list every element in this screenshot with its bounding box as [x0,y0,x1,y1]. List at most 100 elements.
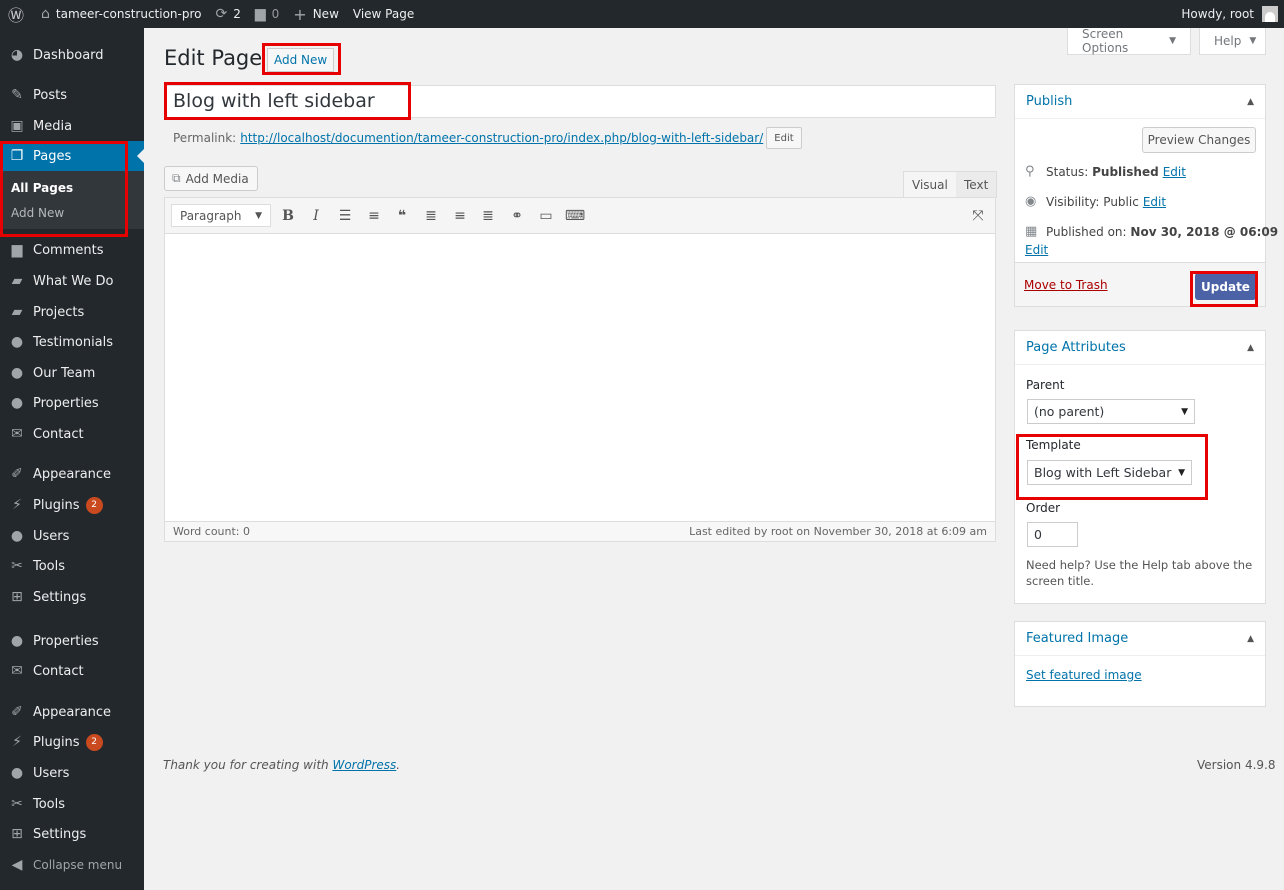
plugin-icon: ⚡ [12,497,22,513]
add-new-highlight [262,43,341,75]
order-label: Order [1026,501,1061,515]
user-icon: ● [10,365,24,381]
help-button[interactable]: Help ▼ [1199,28,1266,55]
wordpress-link[interactable]: WordPress [332,758,396,772]
sidebar-item-properties-2[interactable]: ● Properties [0,626,144,656]
comments-link[interactable]: ▆ 0 [248,0,286,28]
word-count: Word count: 0 [173,525,251,538]
preview-changes-button[interactable]: Preview Changes [1142,127,1256,153]
sidebar-item-settings-2[interactable]: ⊞ Settings [0,819,144,849]
my-account-menu[interactable]: Howdy, root [1181,0,1284,28]
calendar-icon: ▦ [1025,224,1038,239]
move-to-trash-link[interactable]: Move to Trash [1024,278,1108,292]
caret-down-icon: ▼ [255,210,262,221]
add-media-button[interactable]: ⧉ Add Media [164,166,258,191]
sidebar-item-what-we-do[interactable]: ▰ What We Do [0,266,144,296]
sidebar-item-our-team[interactable]: ● Our Team [0,358,144,388]
sidebar-item-posts[interactable]: ✎ Posts [0,80,144,110]
user-icon: ● [10,528,24,544]
align-right-icon[interactable]: ≣ [478,206,498,226]
sidebar-item-testimonials[interactable]: ● Testimonials [0,327,144,357]
edit-slug-button[interactable]: Edit [766,127,802,149]
wrench-icon: ✂ [11,558,23,574]
read-more-icon[interactable]: ▭ [536,206,556,226]
italic-icon[interactable]: I [306,206,326,226]
user-icon: ● [10,334,24,350]
wp-logo-menu[interactable]: Ⓦ [0,0,37,28]
view-page-link[interactable]: View Page [346,0,421,28]
new-content-link[interactable]: + New [286,0,346,28]
last-edited: Last edited by root on November 30, 2018… [689,525,987,538]
pin-icon: ⚲ [1025,164,1035,179]
user-icon: ● [10,765,24,781]
content-editor: Paragraph ▼ B I ☰ ≡ ❝ ≣ ≡ ≣ ⚭ ▭ ⌨ ⤧ Word … [164,197,996,542]
toolbar-toggle-icon[interactable]: ⌨ [565,206,585,226]
tab-visual[interactable]: Visual [903,171,957,198]
edit-visibility-link[interactable]: Edit [1143,195,1166,209]
align-left-icon[interactable]: ≣ [421,206,441,226]
parent-select[interactable]: (no parent) ▼ [1027,399,1195,424]
site-name-link[interactable]: ⌂ tameer-construction-pro [37,0,208,28]
sidebar-item-media[interactable]: ▣ Media [0,111,144,141]
brush-icon: ✐ [11,704,23,720]
featured-image-box: Featured Image ▲ Set featured image [1014,621,1266,707]
collapse-icon: ◀ [11,857,23,873]
sidebar-item-users[interactable]: ● Users [0,521,144,551]
set-featured-image-link[interactable]: Set featured image [1026,668,1142,682]
media-icon: ▣ [10,118,24,134]
footer-version: Version 4.9.8 [1197,758,1276,772]
featured-image-header[interactable]: Featured Image ▲ [1015,622,1265,656]
link-icon[interactable]: ⚭ [507,206,527,226]
format-select[interactable]: Paragraph ▼ [171,204,271,227]
sidebar-item-properties[interactable]: ● Properties [0,388,144,418]
sidebar-item-tools-2[interactable]: ✂ Tools [0,789,144,819]
bullet-list-icon[interactable]: ☰ [335,206,355,226]
sidebar-item-projects[interactable]: ▰ Projects [0,297,144,327]
settings-icon: ⊞ [11,589,23,605]
sidebar-item-dashboard[interactable]: ◕ Dashboard [0,40,144,70]
sidebar-item-settings[interactable]: ⊞ Settings [0,582,144,612]
sidebar-item-appearance[interactable]: ✐ Appearance [0,459,144,489]
permalink-link[interactable]: http://localhost/documention/tameer-cons… [240,131,763,145]
caret-down-icon: ▼ [1181,406,1188,417]
screen-options-button[interactable]: Screen Options ▼ [1067,27,1191,55]
bold-icon[interactable]: B [278,206,298,226]
edit-status-link[interactable]: Edit [1163,165,1186,179]
sidebar-item-contact-2[interactable]: ✉ Contact [0,656,144,686]
eye-icon: ◉ [1025,194,1037,209]
publish-box-header[interactable]: Publish ▲ [1015,85,1265,119]
sidebar-item-plugins-2[interactable]: ⚡ Plugins 2 [0,727,144,757]
collapse-menu-button[interactable]: ◀ Collapse menu [0,850,144,880]
post-published-date: ▦ Published on: Nov 30, 2018 @ 06:09 [1025,224,1279,239]
updates-link[interactable]: ⟳ 2 [209,0,248,28]
page-attributes-header[interactable]: Page Attributes ▲ [1015,331,1265,365]
fullscreen-icon[interactable]: ⤧ [968,206,988,226]
folder-icon: ▰ [11,304,23,320]
add-media-icon: ⧉ [172,171,181,185]
blockquote-icon[interactable]: ❝ [392,206,412,226]
page-title: Edit Page [164,46,263,70]
mail-icon: ✉ [11,663,23,679]
numbered-list-icon[interactable]: ≡ [364,206,384,226]
align-center-icon[interactable]: ≡ [450,206,470,226]
editor-toolbar: Paragraph ▼ B I ☰ ≡ ❝ ≣ ≡ ≣ ⚭ ▭ ⌨ ⤧ [165,198,995,234]
avatar [1262,6,1278,22]
sidebar-item-contact[interactable]: ✉ Contact [0,419,144,449]
comment-bubble-icon: ▆ [254,6,266,22]
edit-date-link[interactable]: Edit [1025,243,1048,257]
template-highlight [1016,434,1208,500]
sidebar-item-users-2[interactable]: ● Users [0,758,144,788]
sidebar-item-tools[interactable]: ✂ Tools [0,551,144,581]
brush-icon: ✐ [11,466,23,482]
sidebar-item-appearance-2[interactable]: ✐ Appearance [0,697,144,727]
sidebar-item-comments[interactable]: ▆ Comments [0,235,144,265]
order-input[interactable]: 0 [1027,522,1078,547]
user-icon: ● [10,633,24,649]
sidebar-item-plugins[interactable]: ⚡ Plugins 2 [0,490,144,520]
caret-down-icon: ▼ [1169,36,1176,46]
plugins-update-badge: 2 [85,496,103,514]
tab-text[interactable]: Text [956,171,998,198]
plugin-icon: ⚡ [12,734,22,750]
editor-content-area[interactable] [165,234,995,521]
update-highlight [1190,271,1258,307]
